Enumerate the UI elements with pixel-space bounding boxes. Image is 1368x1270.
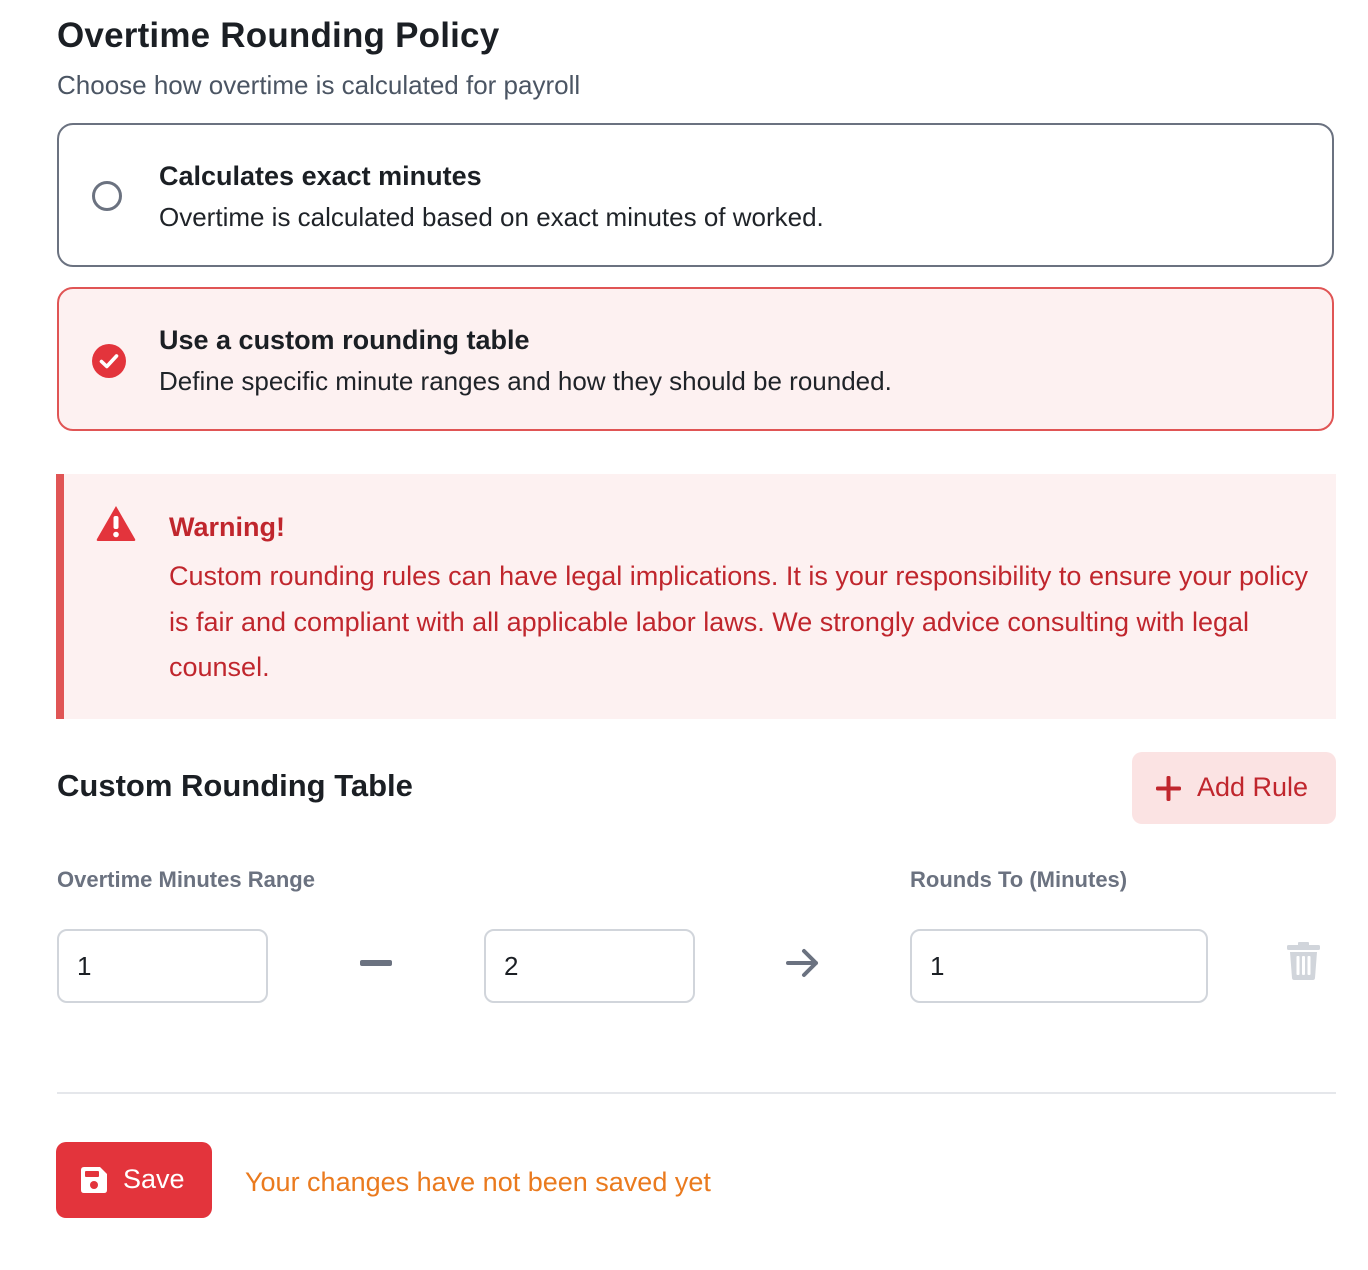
rounds-to-column-label: Rounds To (Minutes) bbox=[910, 867, 1128, 892]
range-to-input[interactable]: 2 bbox=[484, 929, 695, 1003]
option-custom-table[interactable]: Use a custom rounding table Define speci… bbox=[57, 287, 1334, 431]
page-subtitle: Choose how overtime is calculated for pa… bbox=[57, 70, 581, 100]
overtime-rounding-page: Overtime Rounding Policy Choose how over… bbox=[0, 0, 1368, 1270]
option-exact-minutes[interactable]: Calculates exact minutes Overtime is cal… bbox=[57, 123, 1334, 267]
unsaved-changes-message: Your changes have not been saved yet bbox=[245, 1167, 711, 1197]
range-dash-icon bbox=[360, 960, 392, 966]
add-rule-label: Add Rule bbox=[1197, 772, 1309, 802]
save-label: Save bbox=[123, 1164, 185, 1194]
save-button[interactable]: Save bbox=[56, 1142, 212, 1218]
plus-icon bbox=[1156, 776, 1181, 801]
range-from-input[interactable]: 1 bbox=[57, 929, 268, 1003]
option-description: Define specific minute ranges and how th… bbox=[159, 366, 892, 396]
save-disk-icon bbox=[81, 1167, 107, 1193]
option-description: Overtime is calculated based on exact mi… bbox=[159, 202, 824, 232]
radio-unchecked-icon[interactable] bbox=[92, 181, 122, 211]
warning-title: Warning! bbox=[169, 512, 285, 542]
rounds-to-input[interactable]: 1 bbox=[910, 929, 1208, 1003]
trash-icon[interactable] bbox=[1287, 942, 1320, 980]
check-circle-icon[interactable] bbox=[92, 344, 126, 378]
arrow-right-icon bbox=[786, 949, 818, 977]
warning-triangle-icon bbox=[96, 506, 136, 541]
option-title: Calculates exact minutes bbox=[159, 161, 482, 191]
section-title: Custom Rounding Table bbox=[57, 768, 413, 803]
add-rule-button[interactable]: Add Rule bbox=[1132, 752, 1336, 824]
warning-text: Custom rounding rules can have legal imp… bbox=[169, 561, 1309, 682]
range-column-label: Overtime Minutes Range bbox=[57, 867, 315, 892]
divider bbox=[57, 1092, 1336, 1094]
option-title: Use a custom rounding table bbox=[159, 325, 530, 355]
page-title: Overtime Rounding Policy bbox=[57, 16, 500, 55]
warning-alert: Warning! Custom rounding rules can have … bbox=[56, 474, 1336, 719]
